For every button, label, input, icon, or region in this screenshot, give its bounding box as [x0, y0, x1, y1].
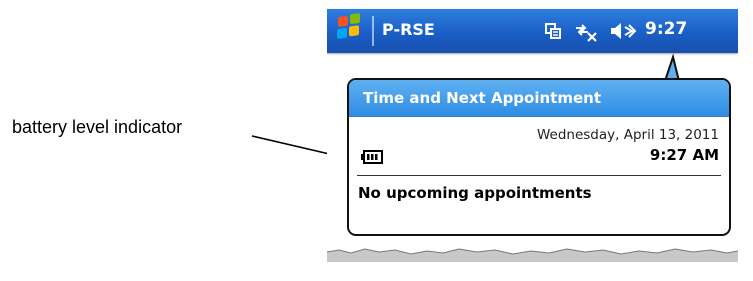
- taskbar: P-RSE 9:27: [327, 9, 738, 53]
- screenshot-canvas: battery level indicator P-RSE 9:27 Time …: [0, 0, 753, 281]
- windows-start-icon[interactable]: [331, 13, 367, 49]
- battery-icon: [361, 150, 383, 164]
- notification-bubble[interactable]: Time and Next Appointment Wednesday, Apr…: [347, 78, 731, 236]
- app-title: P-RSE: [382, 20, 435, 39]
- bubble-title: Time and Next Appointment: [363, 89, 601, 107]
- sync-disconnected-icon[interactable]: [573, 20, 599, 42]
- appointments-text: No upcoming appointments: [358, 184, 592, 202]
- device-screen: P-RSE 9:27 Time and Next Appointment Wed…: [327, 0, 738, 262]
- speaker-muted-icon[interactable]: [609, 20, 637, 42]
- taskbar-clock[interactable]: 9:27: [645, 19, 687, 39]
- date-text: Wednesday, April 13, 2011: [536, 127, 719, 143]
- torn-edge: [327, 248, 738, 262]
- annotation-label: battery level indicator: [12, 117, 183, 137]
- time-text: 9:27 AM: [649, 146, 719, 164]
- taskbar-separator: [372, 16, 374, 46]
- bubble-divider: [357, 175, 721, 176]
- connectivity-icon[interactable]: [544, 20, 564, 42]
